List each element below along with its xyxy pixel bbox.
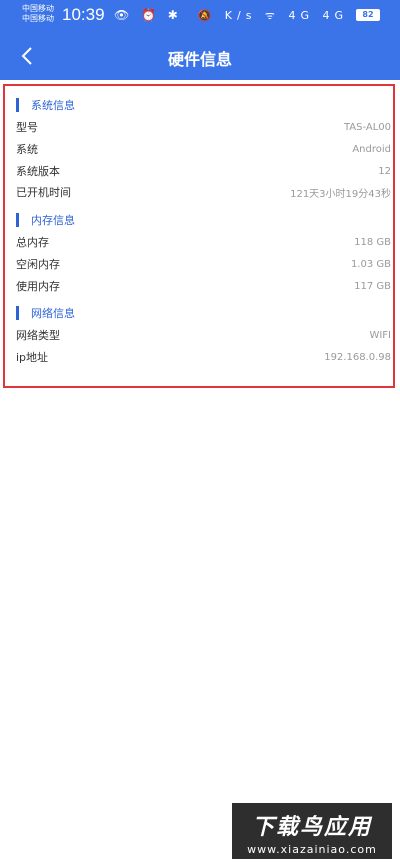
carrier-2: 中国移动 xyxy=(22,14,54,23)
row-label: 已开机时间 xyxy=(16,186,71,199)
section-network-title: 网络信息 xyxy=(31,307,75,320)
row-value: WIFI xyxy=(369,329,391,341)
row-label: 系统版本 xyxy=(16,165,60,178)
info-row-os-version: 系统版本 12 xyxy=(16,162,391,180)
info-row-used-memory: 使用内存 117 GB xyxy=(16,277,391,295)
row-value: 118 GB xyxy=(354,236,391,248)
carrier-1: 中国移动 xyxy=(22,4,54,13)
battery-icon: 82 xyxy=(356,9,380,21)
row-value: 117 GB xyxy=(354,280,391,292)
status-bar: 中国移动 中国移动 10:39 👁 ⏰ ✱ 🔕 K/s ᯤ 4G 4G 82 xyxy=(0,0,400,30)
watermark-title: 下载鸟应用 xyxy=(251,815,372,840)
row-value: 12 xyxy=(378,165,391,177)
info-row-uptime: 已开机时间 121天3小时19分43秒 xyxy=(16,183,391,201)
row-label: 空闲内存 xyxy=(16,258,60,271)
row-label: 系统 xyxy=(16,143,38,156)
row-label: 使用内存 xyxy=(16,280,60,293)
info-row-network-type: 网络类型 WIFI xyxy=(16,326,391,344)
row-value: 192.168.0.98 xyxy=(324,351,391,363)
section-memory-title: 内存信息 xyxy=(31,214,75,227)
section-accent-bar xyxy=(16,98,19,112)
row-value: 1.03 GB xyxy=(350,258,391,270)
section-system: 系统信息 xyxy=(16,98,75,112)
hardware-info-panel: 系统信息 型号 TAS-AL00 系统 Android 系统版本 12 已开机时… xyxy=(3,84,395,388)
row-label: ip地址 xyxy=(16,351,49,364)
row-value: 121天3小时19分43秒 xyxy=(290,188,391,200)
section-accent-bar xyxy=(16,306,19,320)
status-left-icons: 👁 ⏰ ✱ xyxy=(114,8,182,22)
status-time: 10:39 xyxy=(62,5,105,24)
section-accent-bar xyxy=(16,213,19,227)
section-system-title: 系统信息 xyxy=(31,99,75,112)
section-network: 网络信息 xyxy=(16,306,75,320)
page-title: 硬件信息 xyxy=(167,50,232,69)
row-label: 总内存 xyxy=(16,236,49,249)
row-label: 网络类型 xyxy=(16,329,60,342)
row-value: Android xyxy=(352,143,391,155)
watermark-logo: 下载鸟应用 www.xiazainiao.com xyxy=(232,803,392,859)
info-row-ip-address: ip地址 192.168.0.98 xyxy=(16,348,391,366)
row-value: TAS-AL00 xyxy=(343,121,391,133)
carrier-names: 中国移动 中国移动 xyxy=(22,4,54,24)
info-row-free-memory: 空闲内存 1.03 GB xyxy=(16,255,391,273)
status-right-icons: 🔕 K/s ᯤ 4G 4G xyxy=(197,9,348,22)
info-row-model: 型号 TAS-AL00 xyxy=(16,118,391,136)
info-row-os: 系统 Android xyxy=(16,140,391,158)
watermark-url: www.xiazainiao.com xyxy=(247,843,377,856)
row-label: 型号 xyxy=(16,121,38,134)
info-row-total-memory: 总内存 118 GB xyxy=(16,233,391,251)
app-header: 中国移动 中国移动 10:39 👁 ⏰ ✱ 🔕 K/s ᯤ 4G 4G 82 硬… xyxy=(0,0,400,80)
section-memory: 内存信息 xyxy=(16,213,75,227)
